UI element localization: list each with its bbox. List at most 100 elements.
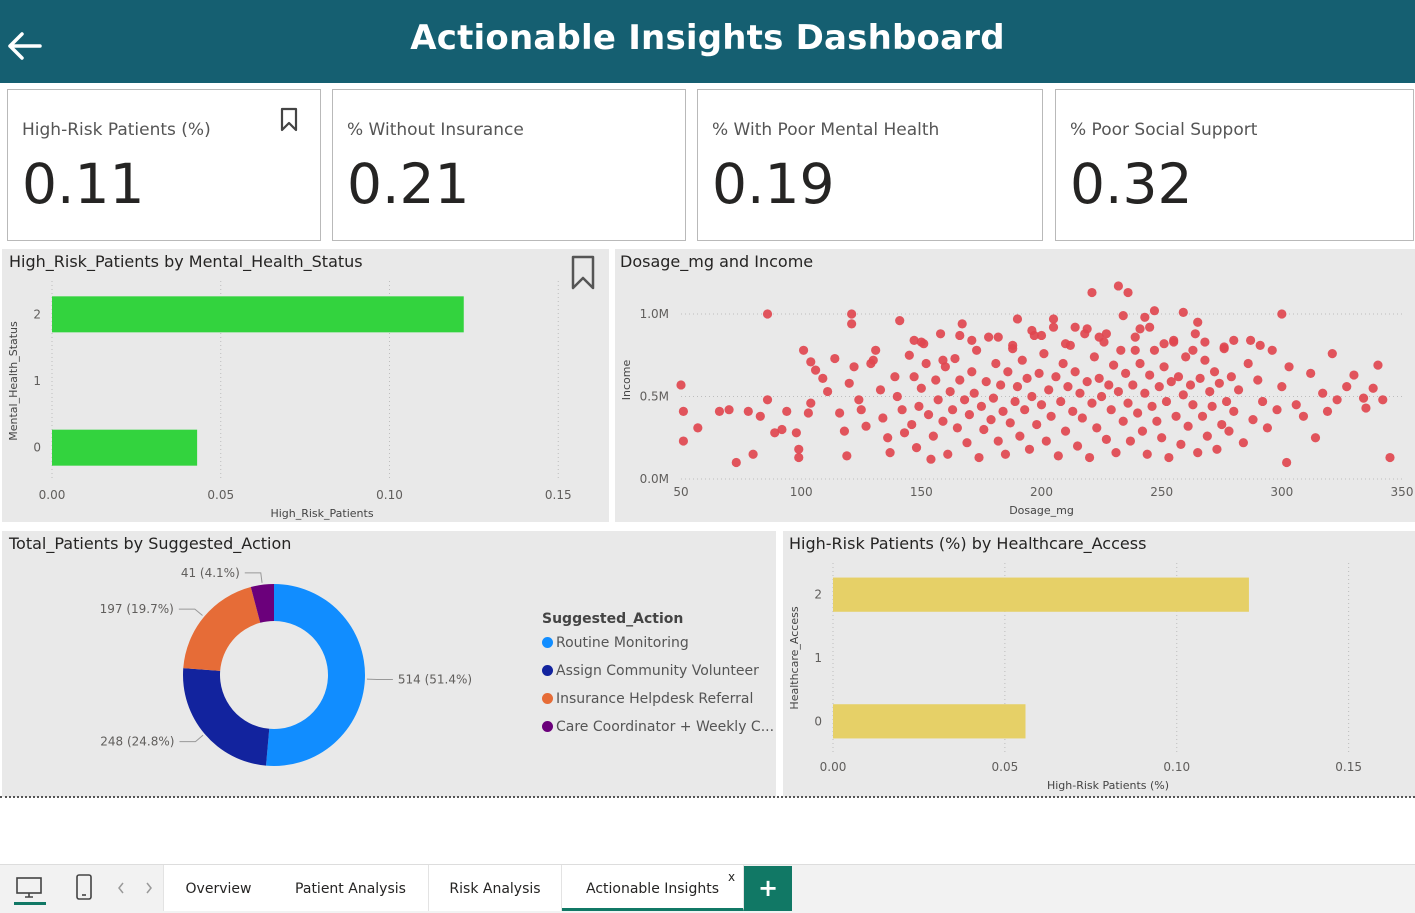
scatter-point <box>1135 359 1144 368</box>
scatter-point <box>926 455 935 464</box>
x-tick-label: 0.05 <box>992 760 1019 774</box>
scatter-point <box>1239 438 1248 447</box>
scatter-point <box>974 453 983 462</box>
scatter-point <box>1299 412 1308 421</box>
legend-dot <box>542 665 553 676</box>
scatter-point <box>1150 346 1159 355</box>
tab-actionable-insights[interactable]: Actionable Insights <box>562 865 744 911</box>
scatter-point <box>955 331 964 340</box>
scatter-point <box>1200 356 1209 365</box>
legend-dot <box>542 721 553 732</box>
x-axis-label: High-Risk Patients (%) <box>1047 779 1169 792</box>
scatter-point <box>883 433 892 442</box>
scatter-point <box>1102 329 1111 338</box>
legend-item-routine-monitoring[interactable]: Routine Monitoring <box>542 635 689 651</box>
kpi-label: High-Risk Patients (%) <box>22 120 211 140</box>
x-tick-label: 250 <box>1150 485 1173 499</box>
scatter-point <box>890 372 899 381</box>
scatter-point <box>676 380 685 389</box>
scatter-point <box>948 405 957 414</box>
active-view-indicator <box>14 902 46 905</box>
bookmark-icon[interactable] <box>279 107 299 133</box>
kpi-value: 0.32 <box>1070 152 1192 216</box>
scatter-point <box>794 445 803 454</box>
scatter-point <box>1102 435 1111 444</box>
scatter-point <box>967 336 976 345</box>
scatter-point <box>979 425 988 434</box>
legend-item-care-coordinator[interactable]: Care Coordinator + Weekly C... <box>542 719 774 735</box>
scatter-point <box>1229 407 1238 416</box>
scatter-point <box>792 428 801 437</box>
chevron-left-icon[interactable] <box>116 881 126 895</box>
scatter-point <box>1184 422 1193 431</box>
scatter-point <box>782 407 791 416</box>
scatter-point <box>1006 418 1015 427</box>
scatter-point <box>893 392 902 401</box>
scatter-point <box>1361 403 1370 412</box>
scatter-point <box>842 451 851 460</box>
x-tick-label: 0.10 <box>1163 760 1190 774</box>
mental-health-chart-panel[interactable]: High_Risk_Patients by Mental_Health_Stat… <box>2 249 609 522</box>
dosage-income-chart-panel[interactable]: Dosage_mg and Income 0.0M0.5M1.0M5010015… <box>615 249 1415 522</box>
y-tick-label: 0 <box>814 714 822 728</box>
scatter-point <box>885 448 894 457</box>
scatter-point <box>1123 288 1132 297</box>
scatter-point <box>986 415 995 424</box>
scatter-point <box>1010 397 1019 406</box>
scatter-point <box>1013 314 1022 323</box>
scatter-point <box>962 438 971 447</box>
scatter-point <box>1131 346 1140 355</box>
legend-item-insurance-helpdesk-referral[interactable]: Insurance Helpdesk Referral <box>542 691 753 707</box>
tab-overview[interactable]: Overview <box>163 865 274 911</box>
scatter-point <box>938 356 947 365</box>
suggested-action-donut-chart: 514 (51.4%)248 (24.8%)197 (19.7%)41 (4.1… <box>2 531 532 797</box>
scatter-point <box>898 405 907 414</box>
scatter-point <box>876 385 885 394</box>
tab-risk-analysis[interactable]: Risk Analysis <box>429 865 562 911</box>
kpi-card-high-risk: High-Risk Patients (%) 0.11 <box>7 89 321 241</box>
scatter-point <box>1049 323 1058 332</box>
chevron-right-icon[interactable] <box>144 881 154 895</box>
header-bar: Actionable Insights Dashboard <box>0 0 1415 83</box>
close-tab-icon[interactable]: x <box>728 870 735 884</box>
kpi-card-poor-mental-health: % With Poor Mental Health 0.19 <box>697 89 1043 241</box>
scatter-point <box>938 417 947 426</box>
scatter-point <box>1171 412 1180 421</box>
mobile-view-icon[interactable] <box>74 873 94 901</box>
scatter-point <box>1054 451 1063 460</box>
x-tick-label: 0.15 <box>545 488 572 502</box>
scatter-point <box>1328 349 1337 358</box>
legend-item-assign-community-volunteer[interactable]: Assign Community Volunteer <box>542 663 759 679</box>
scatter-point <box>1373 361 1382 370</box>
x-tick-label: 100 <box>790 485 813 499</box>
scatter-point <box>989 394 998 403</box>
legend-dot <box>542 637 553 648</box>
scatter-point <box>1145 323 1154 332</box>
scatter-point <box>958 319 967 328</box>
dosage-income-scatter-chart: 0.0M0.5M1.0M50100150200250300350Dosage_m… <box>615 249 1415 522</box>
scatter-point <box>895 316 904 325</box>
scatter-point <box>871 346 880 355</box>
suggested-action-chart-panel[interactable]: Total_Patients by Suggested_Action 514 (… <box>2 531 776 797</box>
scatter-point <box>840 427 849 436</box>
scatter-point <box>1200 337 1209 346</box>
scatter-point <box>1181 352 1190 361</box>
scatter-point <box>1145 370 1154 379</box>
scatter-point <box>1342 382 1351 391</box>
donut-slice-0 <box>266 584 365 766</box>
kpi-label: % With Poor Mental Health <box>712 120 939 140</box>
scatter-point <box>936 329 945 338</box>
scatter-point <box>967 367 976 376</box>
scatter-point <box>847 309 856 318</box>
scatter-point <box>1013 382 1022 391</box>
add-page-button[interactable]: + <box>744 866 792 911</box>
page-title: Actionable Insights Dashboard <box>0 18 1415 58</box>
healthcare-access-chart-panel[interactable]: High-Risk Patients (%) by Healthcare_Acc… <box>783 531 1415 797</box>
scatter-point <box>849 362 858 371</box>
y-tick-label: 1 <box>814 651 822 665</box>
scatter-point <box>794 453 803 462</box>
scatter-point <box>1246 336 1255 345</box>
tab-patient-analysis[interactable]: Patient Analysis <box>273 865 429 911</box>
desktop-view-icon[interactable] <box>14 875 44 901</box>
legend-title: Suggested_Action <box>542 611 683 627</box>
